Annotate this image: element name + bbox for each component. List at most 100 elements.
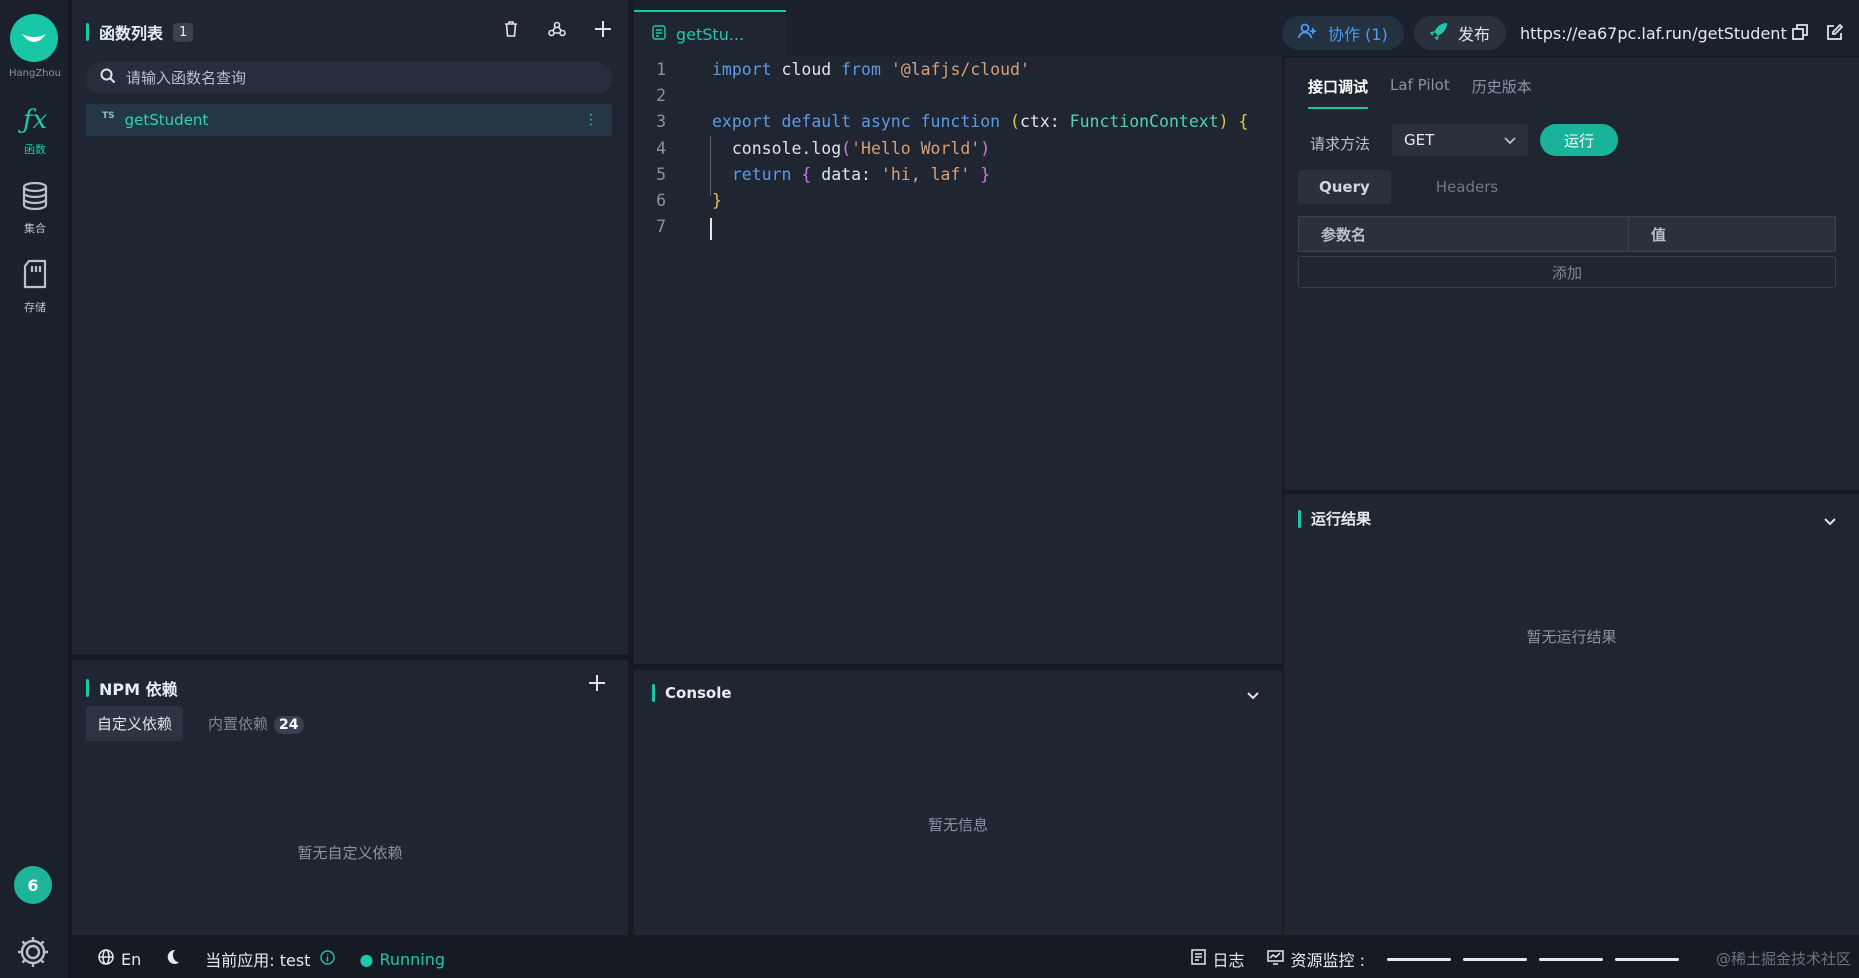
accent-bar [1298, 509, 1301, 528]
accent-bar [652, 684, 655, 702]
rail-item-database[interactable]: 集合 [0, 174, 70, 244]
line-number: 2 [656, 85, 666, 105]
logs-button[interactable]: 日志 [1190, 947, 1245, 971]
debug-tabs: 接口调试 Laf Pilot 历史版本 [1308, 76, 1532, 109]
tab-custom-deps[interactable]: 自定义依赖 [86, 706, 184, 741]
collaborate-button[interactable]: 协作 (1) [1282, 16, 1404, 50]
param-value-column: 值 [1651, 225, 1667, 244]
npm-title: NPM 依赖 [99, 680, 178, 699]
search-input[interactable] [126, 69, 566, 87]
resource-bar [1615, 957, 1679, 961]
laf-logo[interactable] [10, 14, 58, 62]
trash-icon[interactable] [500, 18, 522, 40]
tab-headers[interactable]: Headers [1415, 170, 1519, 204]
function-search[interactable] [86, 62, 612, 94]
editor-file-tab[interactable]: getStu... [634, 10, 786, 56]
add-dependency-icon[interactable] [588, 674, 610, 696]
gear-icon[interactable] [15, 934, 51, 970]
tab-laf-pilot[interactable]: Laf Pilot [1390, 76, 1450, 109]
storage-icon [23, 259, 47, 293]
chevron-down-icon[interactable] [1823, 512, 1837, 531]
resource-monitor[interactable]: 资源监控 : [1266, 947, 1365, 971]
rail-item-storage[interactable]: 存储 [0, 252, 70, 322]
monitor-icon [1266, 949, 1284, 969]
param-tabs: Query Headers [1298, 170, 1519, 204]
code-editor[interactable]: getStu... 1 import cloud from '@lafjs/clo… [634, 0, 1282, 664]
line-number: 4 [656, 138, 666, 158]
function-toolbar [500, 18, 614, 40]
moon-icon[interactable] [163, 948, 181, 970]
edit-icon[interactable] [1827, 23, 1845, 42]
resource-bar [1463, 957, 1527, 961]
info-icon[interactable] [320, 949, 336, 969]
tab-builtin-deps[interactable]: 内置依赖 24 [197, 706, 315, 741]
chevron-down-icon [1504, 131, 1516, 149]
run-button[interactable]: 运行 [1540, 124, 1618, 156]
notification-badge[interactable]: 6 [14, 866, 52, 904]
param-table-header: 参数名 值 [1298, 216, 1836, 252]
code-line: 5 return { data: 'hi, laf' } [634, 161, 1282, 187]
accent-bar [86, 679, 89, 697]
editor-tab-strip: getStu... [634, 0, 1282, 56]
tab-api-debug[interactable]: 接口调试 [1308, 76, 1369, 109]
function-list-panel: 函数列表 1 TS getStudent ⋮ [72, 0, 628, 654]
code-line: 3 export default async function (ctx: Fun… [634, 109, 1282, 135]
search-icon [100, 68, 116, 88]
line-number: 1 [656, 59, 666, 79]
current-app-label: 当前应用: test [205, 951, 311, 970]
logs-label: 日志 [1212, 951, 1245, 970]
method-label: 请求方法 [1310, 135, 1371, 153]
line-number: 5 [656, 164, 666, 184]
console-header: Console [652, 684, 732, 702]
code-area[interactable]: 1 import cloud from '@lafjs/cloud' 2 3 exp… [634, 56, 1282, 240]
result-title: 运行结果 [1311, 510, 1372, 528]
collaborate-label: 协作 (1) [1328, 25, 1388, 44]
chevron-down-icon[interactable] [1246, 686, 1260, 705]
rail-item-label: 集合 [24, 222, 46, 235]
tab-label: 内置依赖 [208, 715, 269, 733]
code-line: 1 import cloud from '@lafjs/cloud' [634, 56, 1282, 82]
code-line: 4 console.log('Hello World') [634, 135, 1282, 161]
rail-item-label: 存储 [24, 301, 46, 314]
status-bar: En 当前应用: test ● Running 日志 资源监控 : [72, 940, 1859, 978]
debug-panel: 接口调试 Laf Pilot 历史版本 请求方法 GET 运行 Query He… [1284, 58, 1859, 490]
text-cursor [710, 218, 712, 240]
npm-tabs: 自定义依赖 内置依赖 24 [86, 706, 315, 741]
globe-icon [98, 949, 114, 969]
console-panel: Console 暂无信息 [634, 670, 1282, 935]
rocket-icon [1429, 22, 1448, 44]
rail-item-label: 函数 [24, 143, 46, 156]
param-name-column: 参数名 [1299, 217, 1629, 251]
resource-bar [1539, 957, 1603, 961]
more-vertical-icon[interactable]: ⋮ [584, 112, 598, 128]
language-switch[interactable]: En [98, 949, 141, 969]
function-name: getStudent [124, 111, 209, 129]
add-param-button[interactable]: 添加 [1298, 256, 1836, 288]
code-line: 7 [634, 214, 1282, 240]
npm-header: NPM 依赖 [86, 676, 178, 700]
code-line: 2 [634, 82, 1282, 108]
code-line: 6} [634, 187, 1282, 213]
line-number: 6 [656, 191, 666, 211]
console-empty-text: 暂无信息 [927, 816, 988, 834]
status-dot-icon: ● [359, 949, 374, 969]
method-value: GET [1404, 131, 1435, 149]
tab-query[interactable]: Query [1298, 170, 1391, 204]
function-icon: ƒx [22, 105, 48, 135]
database-icon [22, 181, 48, 214]
typescript-icon: TS [102, 111, 115, 121]
function-url: https://ea67pc.laf.run/getStudent [1520, 23, 1787, 43]
copy-icon[interactable] [1792, 24, 1810, 42]
add-user-icon [1298, 23, 1318, 43]
publish-button[interactable]: 发布 [1414, 16, 1507, 50]
accent-bar [86, 23, 89, 41]
rail-item-functions[interactable]: ƒx 函数 [0, 96, 70, 166]
tab-history[interactable]: 历史版本 [1472, 76, 1532, 109]
function-list-header: 函数列表 1 [86, 20, 194, 44]
add-function-icon[interactable] [592, 18, 614, 40]
line-number: 7 [656, 217, 666, 237]
publish-label: 发布 [1458, 25, 1491, 44]
function-list-item[interactable]: TS getStudent ⋮ [86, 104, 612, 136]
webhook-icon[interactable] [546, 18, 568, 40]
method-select[interactable]: GET [1392, 124, 1528, 156]
